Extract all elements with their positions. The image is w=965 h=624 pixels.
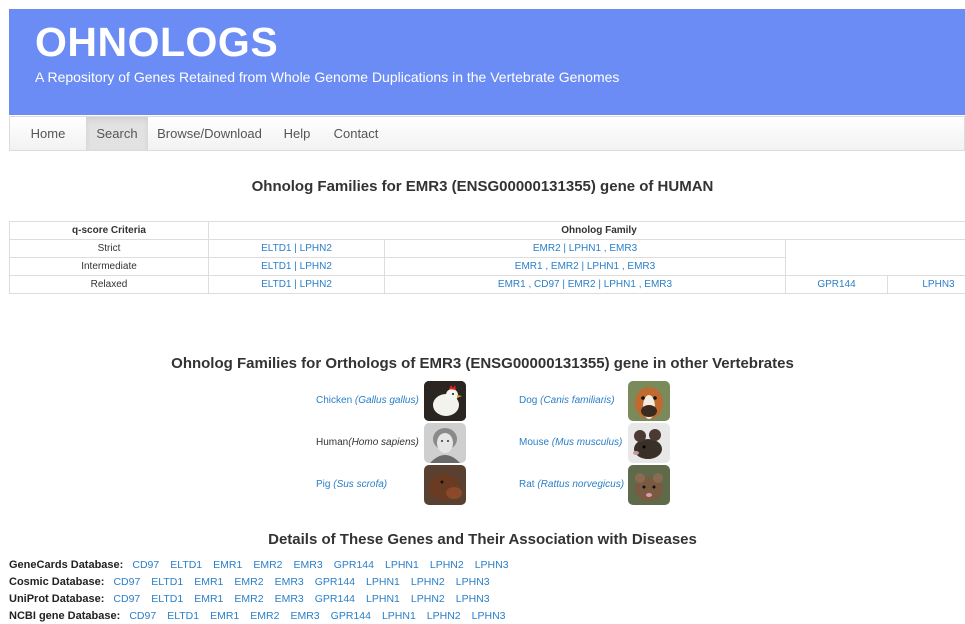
pig-icon [424,465,466,505]
gene-link[interactable]: EMR1 [194,593,223,605]
empty-cell [785,239,965,276]
db-row-cosmic: Cosmic Database: CD97 ELTD1 EMR1 EMR2 EMR3 GP… [9,576,501,588]
gene-link[interactable]: GPR144 [331,610,371,622]
gene-link[interactable]: CD97 [113,576,140,588]
gene-link[interactable]: GPR144 [315,576,355,588]
section-title-details: Details of These Genes and Their Associa… [268,531,697,548]
species-link-rat[interactable]: Rat (Rattus norvegicus) [519,465,671,507]
species-link-human[interactable]: Human(Homo sapiens) [316,423,468,465]
chicken-icon [424,381,466,421]
column-header-family: Ohnolog Family [208,221,965,240]
gene-link[interactable]: LPHN2 [427,610,461,622]
table-header-row: q-score Criteria Ohnolog Family [9,221,965,240]
human-icon [424,423,466,463]
gene-link[interactable]: EMR3 [294,559,323,571]
dog-icon [628,381,670,421]
db-row-genecards: GeneCards Database: CD97 ELTD1 EMR1 EMR2 EMR… [9,559,520,571]
gene-link[interactable]: EMR2 [253,559,282,571]
gene-link[interactable]: CD97 [129,610,156,622]
species-link-mouse[interactable]: Mouse (Mus musculus) [519,423,671,465]
nav-help[interactable]: Help [271,117,323,150]
criteria-cell: Intermediate [9,257,209,276]
gene-link[interactable]: EMR1 [194,576,223,588]
gene-link[interactable]: EMR3 [290,610,319,622]
table-row: Strict ELTD1 | LPHN2 EMR2 | LPHN1 , EMR3 [9,239,965,276]
column-header-criteria: q-score Criteria [9,221,209,240]
family-link[interactable]: EMR1 , EMR2 | LPHN1 , EMR3 [384,257,786,276]
table-row: Relaxed ELTD1 | LPHN2 EMR1 , CD97 | EMR2… [9,275,965,294]
site-subtitle: A Repository of Genes Retained from Whol… [35,69,620,85]
species-name: Rat (Rattus norvegicus) [519,479,625,490]
species-link-pig[interactable]: Pig (Sus scrofa) [316,465,468,507]
family-link[interactable]: ELTD1 | LPHN2 [208,257,385,276]
gene-link[interactable]: ELTD1 [167,610,199,622]
section-title-human-families: Ohnolog Families for EMR3 (ENSG000001313… [251,178,714,195]
rat-icon [628,465,670,505]
family-link[interactable]: EMR2 | LPHN1 , EMR3 [384,239,786,258]
db-label: Cosmic Database: [9,576,105,588]
gene-link[interactable]: EMR2 [250,610,279,622]
db-row-ncbi: NCBI gene Database: CD97 ELTD1 EMR1 EMR2 EMR… [9,610,517,622]
family-link[interactable]: EMR1 , CD97 | EMR2 | LPHN1 , EMR3 [384,275,786,294]
gene-link[interactable]: EMR3 [275,576,304,588]
species-name: Human(Homo sapiens) [316,437,419,448]
family-link[interactable]: ELTD1 | LPHN2 [208,239,385,258]
gene-link[interactable]: LPHN1 [366,576,400,588]
nav-search[interactable]: Search [86,117,148,150]
db-label: UniProt Database: [9,593,105,605]
gene-link[interactable]: GPR144 [334,559,374,571]
nav-contact[interactable]: Contact [323,117,389,150]
gene-link[interactable]: LPHN1 [385,559,419,571]
section-title-orthologs: Ohnolog Families for Orthologs of EMR3 (… [171,355,794,372]
gene-link[interactable]: EMR2 [234,593,263,605]
family-link[interactable]: ELTD1 | LPHN2 [208,275,385,294]
gene-link[interactable]: ELTD1 [151,593,183,605]
gene-link[interactable]: LPHN3 [472,610,506,622]
gene-link[interactable]: LPHN2 [430,559,464,571]
gene-link[interactable]: LPHN1 [366,593,400,605]
species-name: Chicken (Gallus gallus) [316,395,419,406]
gene-link[interactable]: LPHN2 [411,593,445,605]
gene-link[interactable]: EMR2 [234,576,263,588]
species-name: Pig (Sus scrofa) [316,479,388,490]
gene-link[interactable]: ELTD1 [170,559,202,571]
criteria-cell: Strict [9,239,209,258]
gene-link[interactable]: CD97 [132,559,159,571]
gene-link[interactable]: LPHN2 [411,576,445,588]
gene-link[interactable]: LPHN3 [456,576,490,588]
criteria-cell: Relaxed [9,275,209,294]
mouse-icon [628,423,670,463]
navbar: Home Search Browse/Download Help Contact [9,116,965,151]
family-link[interactable]: LPHN3 [887,275,965,294]
site-header: OHNOLOGS A Repository of Genes Retained … [9,9,965,115]
criteria-table: q-score Criteria Ohnolog Family Strict E… [9,221,965,294]
db-label: NCBI gene Database: [9,610,121,622]
nav-browse-download[interactable]: Browse/Download [148,117,271,150]
species-link-dog[interactable]: Dog (Canis familiaris) [519,381,671,423]
db-row-uniprot: UniProt Database: CD97 ELTD1 EMR1 EMR2 EMR3 G… [9,593,501,605]
species-name: Dog (Canis familiaris) [519,395,615,406]
gene-link[interactable]: LPHN1 [382,610,416,622]
gene-link[interactable]: LPHN3 [475,559,509,571]
gene-link[interactable]: EMR1 [213,559,242,571]
gene-link[interactable]: CD97 [113,593,140,605]
species-link-chicken[interactable]: Chicken (Gallus gallus) [316,381,468,423]
db-label: GeneCards Database: [9,559,124,571]
nav-home[interactable]: Home [10,117,86,150]
gene-link[interactable]: GPR144 [315,593,355,605]
species-name: Mouse (Mus musculus) [519,437,623,448]
site-title[interactable]: OHNOLOGS [35,19,278,66]
family-link[interactable]: GPR144 [785,275,888,294]
gene-link[interactable]: LPHN3 [456,593,490,605]
gene-link[interactable]: EMR3 [275,593,304,605]
gene-link[interactable]: EMR1 [210,610,239,622]
gene-link[interactable]: ELTD1 [151,576,183,588]
